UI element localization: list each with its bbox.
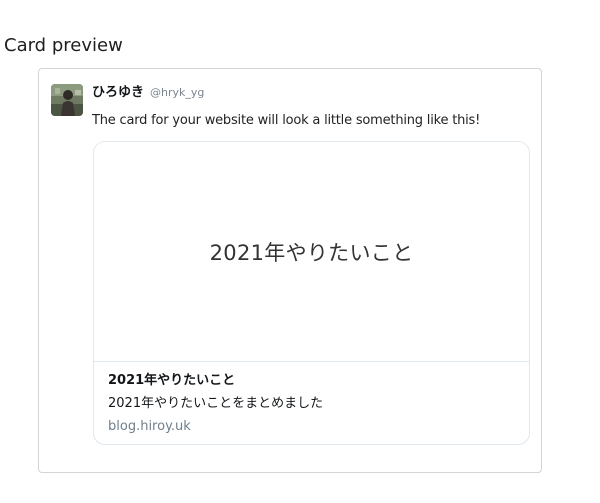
avatar[interactable] <box>51 84 83 116</box>
tweet-header: ひろゆき @hryk_yg <box>92 81 204 100</box>
user-avatar-photo-icon <box>51 84 83 116</box>
card-description: 2021年やりたいことをまとめました <box>108 396 324 411</box>
card-title: 2021年やりたいこと <box>108 373 236 388</box>
section-title: Card preview <box>4 35 123 56</box>
link-card[interactable]: 2021年やりたいこと 2021年やりたいこと 2021年やりたいことをまとめま… <box>93 141 530 445</box>
card-domain: blog.hiroy.uk <box>108 419 191 434</box>
card-image[interactable]: 2021年やりたいこと <box>94 142 529 362</box>
user-handle[interactable]: @hryk_yg <box>150 86 204 99</box>
tweet-text: The card for your website will look a li… <box>92 113 481 128</box>
card-body: 2021年やりたいこと 2021年やりたいことをまとめました blog.hiro… <box>108 372 518 436</box>
tweet-preview: ひろゆき @hryk_yg The card for your website … <box>38 68 542 473</box>
display-name[interactable]: ひろゆき <box>92 81 144 100</box>
card-preview-page: Card preview ひろゆき @hryk_yg The card for … <box>0 0 600 503</box>
card-image-text: 2021年やりたいこと <box>209 240 414 265</box>
